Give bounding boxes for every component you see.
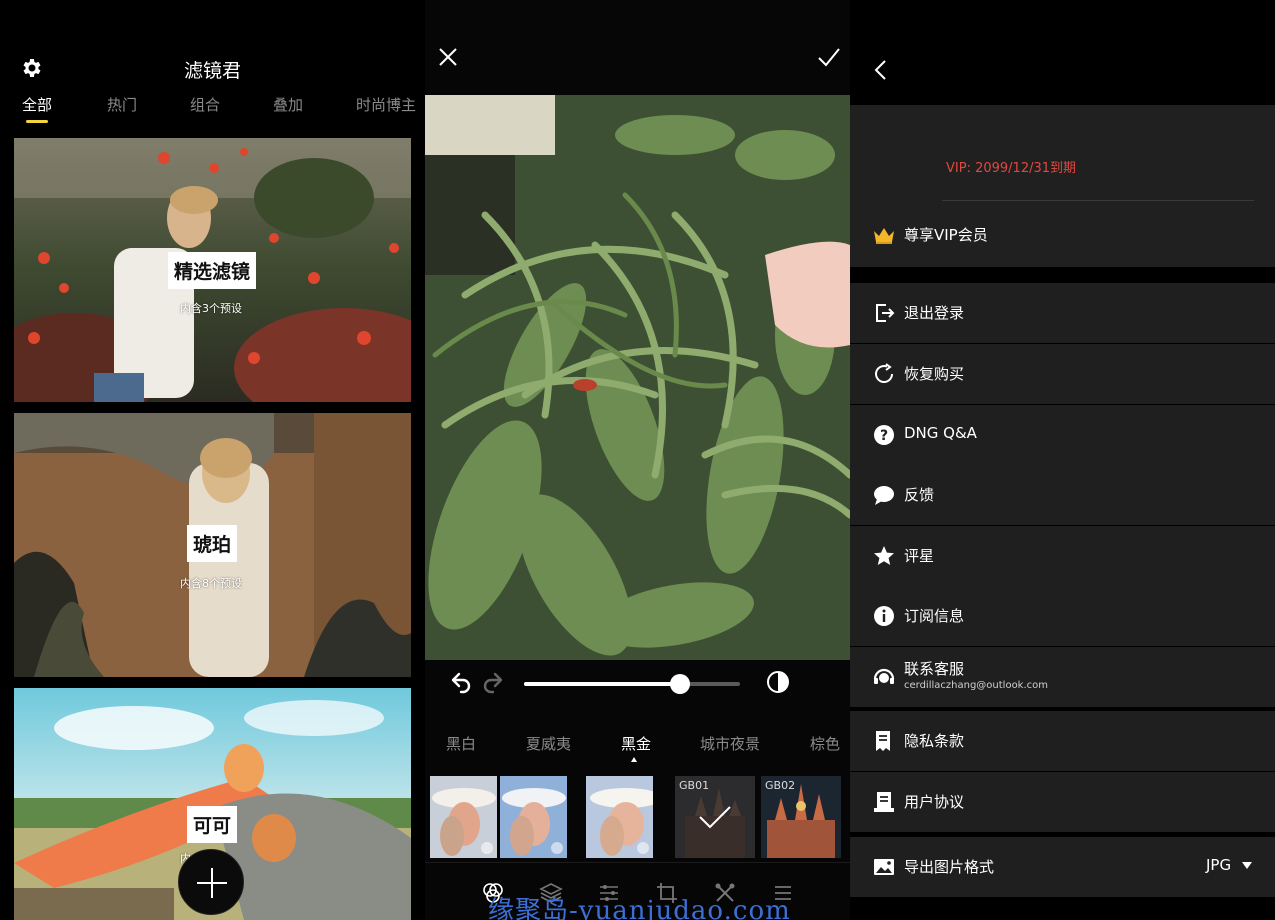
category-bw[interactable]: 黑白	[446, 733, 476, 754]
watermark-text: 缘聚岛-yuanjudao.com	[488, 896, 791, 920]
active-category-marker	[631, 757, 637, 762]
row-label: 评星	[904, 547, 935, 565]
crown-icon	[874, 228, 894, 244]
editor-controls	[425, 660, 850, 708]
category-black-gold[interactable]: 黑金	[621, 733, 651, 754]
filter-card-amber[interactable]: 琥珀 内含8个预设	[14, 413, 411, 677]
subscription-info-row[interactable]: 订阅信息	[850, 586, 1275, 646]
row-label: 联系客服	[904, 660, 965, 678]
card-title: 精选滤镜	[168, 252, 257, 289]
category-brown[interactable]: 棕色	[810, 733, 840, 754]
download-icon	[481, 842, 493, 854]
active-tab-indicator	[26, 120, 48, 123]
thumbnail-tag: GB02	[765, 779, 796, 792]
photo-editor-panel: 黑白 夏威夷 黑金 城市夜景 棕色 GB01 GB02	[425, 0, 850, 920]
tab-all[interactable]: 全部	[22, 94, 52, 115]
redo-icon[interactable]	[481, 670, 507, 696]
filter-thumbnail[interactable]	[500, 776, 567, 858]
intensity-slider[interactable]	[524, 674, 740, 694]
dng-qa-row[interactable]: ? DNG Q&A	[850, 405, 1275, 465]
filter-thumbnail-gb02[interactable]: GB02	[761, 776, 841, 858]
export-format-row[interactable]: 导出图片格式 JPG	[850, 837, 1275, 897]
agreement-icon	[874, 792, 894, 812]
restore-purchase-row[interactable]: 恢复购买	[850, 344, 1275, 404]
settings-panel: VIP: 2099/12/31到期 尊享VIP会员 退出登录 恢复购买 ? DN…	[850, 0, 1275, 920]
preview-photo-peppers	[425, 95, 850, 660]
intensity-slider-thumb[interactable]	[669, 674, 690, 694]
tab-combo[interactable]: 组合	[190, 94, 220, 115]
filter-card-featured[interactable]: 精选滤镜 内含3个预设	[14, 138, 411, 402]
vip-member-row[interactable]: 尊享VIP会员	[850, 205, 1275, 265]
close-icon[interactable]	[437, 46, 459, 68]
tab-hot[interactable]: 热门	[107, 94, 137, 115]
refresh-icon	[875, 363, 893, 383]
svg-text:?: ?	[880, 428, 888, 444]
card-title: 琥珀	[187, 525, 238, 562]
category-hawaii[interactable]: 夏威夷	[526, 733, 571, 754]
user-agreement-row[interactable]: 用户协议	[850, 772, 1275, 832]
add-button[interactable]	[178, 849, 244, 915]
row-label: 隐私条款	[904, 732, 965, 750]
confirm-check-icon[interactable]	[817, 46, 841, 68]
feedback-row[interactable]: 反馈	[850, 465, 1275, 525]
logout-row[interactable]: 退出登录	[850, 283, 1275, 343]
privacy-row[interactable]: 隐私条款	[850, 711, 1275, 771]
support-email: cerdillaczhang@outlook.com	[904, 680, 1049, 691]
image-icon	[874, 859, 894, 875]
card-preset-count: 内含3个预设	[180, 302, 242, 315]
tab-blogger[interactable]: 时尚博主	[356, 94, 416, 115]
category-tabs: 全部 热门 组合 叠加 时尚博主	[0, 94, 425, 124]
row-label: 反馈	[904, 486, 935, 504]
thumbnail-tag: GB01	[679, 779, 710, 792]
row-label: DNG Q&A	[904, 424, 977, 442]
chevron-down-icon[interactable]	[1242, 862, 1252, 869]
compare-icon[interactable]	[766, 670, 790, 694]
row-label: 尊享VIP会员	[904, 226, 988, 244]
intensity-slider-fill	[524, 682, 680, 686]
row-label: 恢复购买	[904, 365, 965, 383]
category-city-night[interactable]: 城市夜景	[700, 733, 760, 754]
row-label: 退出登录	[904, 304, 965, 322]
card-preset-count: 内含8个预设	[180, 577, 242, 590]
document-icon	[876, 731, 890, 751]
app-title: 滤镜君	[183, 60, 241, 82]
card-title: 可可	[187, 806, 238, 843]
filter-thumbnail-gb01[interactable]: GB01	[675, 776, 755, 858]
info-icon	[874, 606, 894, 626]
rate-row[interactable]: 评星	[850, 526, 1275, 586]
question-icon: ?	[874, 425, 894, 445]
headset-icon	[873, 668, 895, 684]
undo-icon[interactable]	[447, 670, 473, 696]
row-label: 用户协议	[904, 793, 965, 811]
logout-icon	[876, 304, 895, 322]
contact-support-row[interactable]: 联系客服 cerdillaczhang@outlook.com	[850, 647, 1275, 707]
filter-thumbnail[interactable]	[430, 776, 497, 858]
back-icon[interactable]	[872, 58, 890, 82]
chat-bubble-icon	[874, 486, 894, 505]
selected-check-icon	[699, 806, 731, 829]
star-icon	[874, 546, 894, 565]
download-icon	[551, 842, 563, 854]
tab-overlay[interactable]: 叠加	[273, 94, 303, 115]
filter-thumbnail[interactable]	[586, 776, 653, 858]
filter-category-tabs: 黑白 夏威夷 黑金 城市夜景 棕色	[425, 733, 850, 763]
filter-thumbnail-strip: GB01 GB02	[430, 776, 850, 858]
download-icon	[637, 842, 649, 854]
export-format-value[interactable]: JPG	[1206, 856, 1231, 874]
filter-library-panel: 滤镜君 全部 热门 组合 叠加 时尚博主 精选滤镜 内含3个预设 琥珀 内含8个…	[0, 0, 425, 920]
row-label: 导出图片格式	[904, 858, 995, 876]
vip-expiry-text: VIP: 2099/12/31到期	[946, 161, 1077, 176]
row-label: 订阅信息	[904, 607, 965, 625]
divider	[942, 200, 1254, 201]
